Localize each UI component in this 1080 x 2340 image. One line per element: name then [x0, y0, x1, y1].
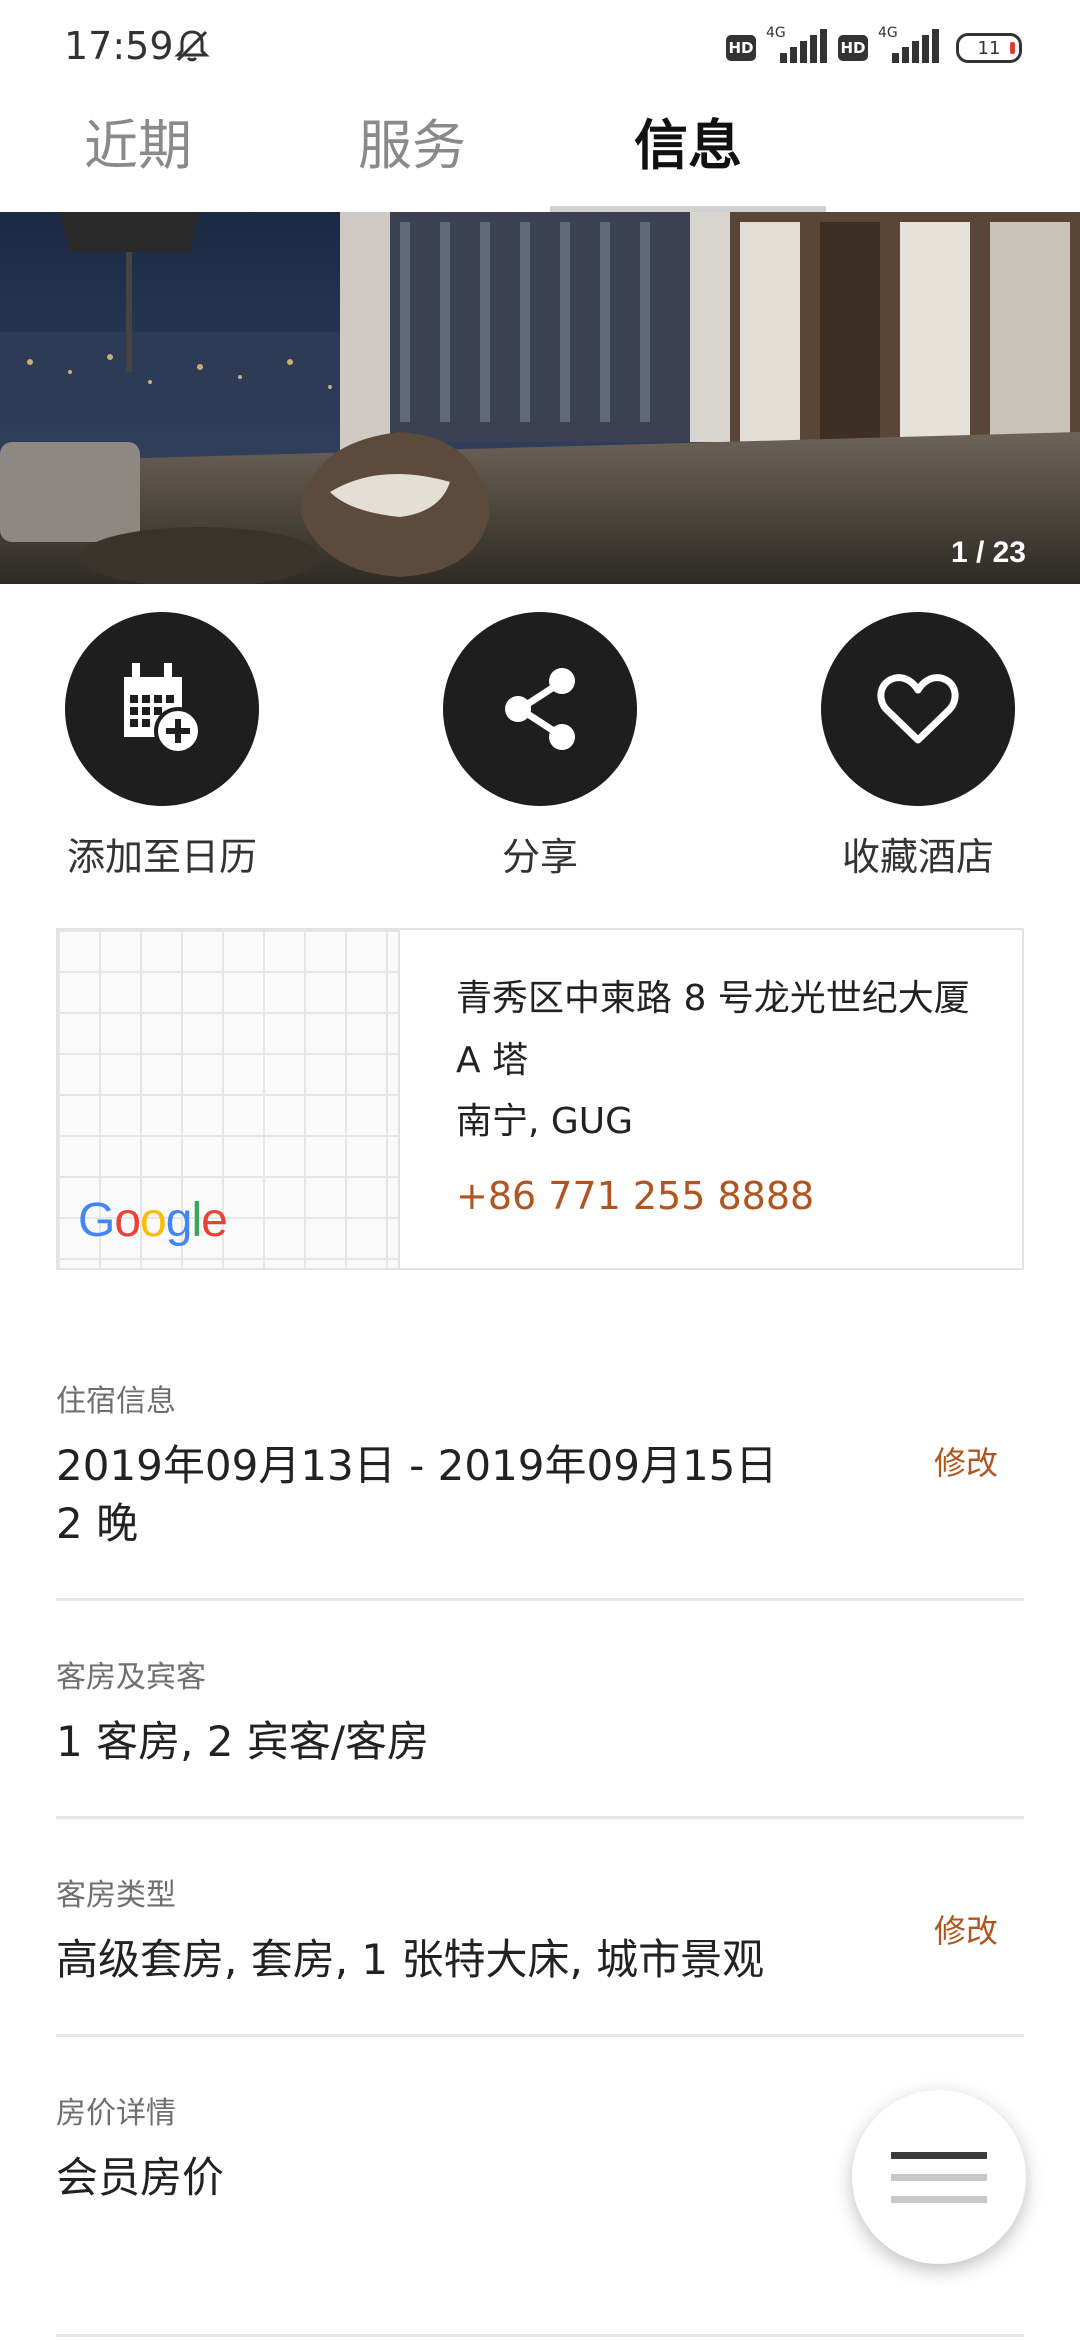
rooms-guests-label: 客房及宾客 — [56, 1660, 206, 1695]
status-bar: 17:59 HD 4G HD 4G 11 — [0, 0, 1080, 92]
stay-info-label: 住宿信息 — [56, 1384, 176, 1419]
status-indicators: HD 4G HD 4G 11 — [726, 25, 1022, 68]
battery-level: 11 — [977, 37, 1001, 59]
share-button[interactable]: 分享 — [410, 612, 670, 881]
share-icon — [443, 612, 637, 806]
room-type-label: 客房类型 — [56, 1878, 176, 1913]
signal-icon: 4G — [766, 25, 828, 65]
action-row: 添加至日历 分享 收藏酒店 — [0, 612, 1080, 882]
tab-info[interactable]: 信息 — [634, 106, 742, 206]
room-type-section: 客房类型 高级套房, 套房, 1 张特大床, 城市景观 修改 — [56, 1870, 1024, 1988]
share-label: 分享 — [501, 835, 578, 879]
bell-off-icon — [174, 30, 210, 62]
google-logo: Google — [78, 1194, 228, 1247]
tab-recent[interactable]: 近期 — [84, 106, 192, 206]
hotel-address: 青秀区中柬路 8 号龙光世纪大厦 A 塔 — [456, 978, 970, 1081]
add-to-calendar-button[interactable]: 添加至日历 — [32, 612, 292, 881]
divider — [56, 2034, 1024, 2037]
network-type: 4G — [878, 25, 898, 41]
map-thumbnail[interactable]: Google — [58, 930, 400, 1268]
signal-icon: 4G — [878, 25, 940, 65]
calendar-add-icon — [65, 612, 259, 806]
modify-dates-button[interactable]: 修改 — [934, 1438, 998, 1484]
status-time: 17:59 — [64, 24, 174, 68]
rooms-guests-value: 1 客房, 2 宾客/客房 — [56, 1717, 429, 1766]
room-type-value: 高级套房, 套房, 1 张特大床, 城市景观 — [56, 1935, 765, 1984]
hotel-location-card: Google 青秀区中柬路 8 号龙光世纪大厦 A 塔 南宁, GUG +86 … — [56, 928, 1024, 1270]
stay-info-section: 住宿信息 2019年09月13日 - 2019年09月15日 2 晚 修改 — [56, 1376, 1024, 1552]
hotel-photo-carousel[interactable]: 1 / 23 — [0, 212, 1080, 584]
divider — [56, 2334, 1024, 2337]
hd-badge: HD — [726, 35, 756, 61]
stay-dates: 2019年09月13日 - 2019年09月15日 — [56, 1441, 778, 1490]
hotel-phone-link[interactable]: +86 771 255 8888 — [456, 1174, 814, 1218]
battery-icon: 11 — [956, 33, 1022, 63]
divider — [56, 1816, 1024, 1819]
hotel-lobby-photo — [0, 212, 1080, 584]
tab-bar: 近期 服务 信息 — [0, 100, 1080, 212]
photo-counter: 1 / 23 — [950, 536, 1026, 569]
favorite-hotel-label: 收藏酒店 — [841, 835, 994, 879]
stay-nights: 2 晚 — [56, 1499, 139, 1548]
favorite-hotel-button[interactable]: 收藏酒店 — [788, 612, 1048, 881]
modify-room-button[interactable]: 修改 — [934, 1906, 998, 1952]
divider — [56, 1598, 1024, 1601]
hd-badge: HD — [838, 35, 868, 61]
rooms-guests-section: 客房及宾客 1 客房, 2 宾客/客房 — [56, 1652, 1024, 1770]
heart-icon — [821, 612, 1015, 806]
menu-icon — [891, 2151, 987, 2159]
menu-fab-button[interactable] — [852, 2090, 1026, 2264]
network-type: 4G — [766, 25, 786, 41]
hotel-city: 南宁, GUG — [456, 1101, 634, 1142]
tab-service[interactable]: 服务 — [358, 106, 466, 206]
add-to-calendar-label: 添加至日历 — [66, 835, 257, 879]
